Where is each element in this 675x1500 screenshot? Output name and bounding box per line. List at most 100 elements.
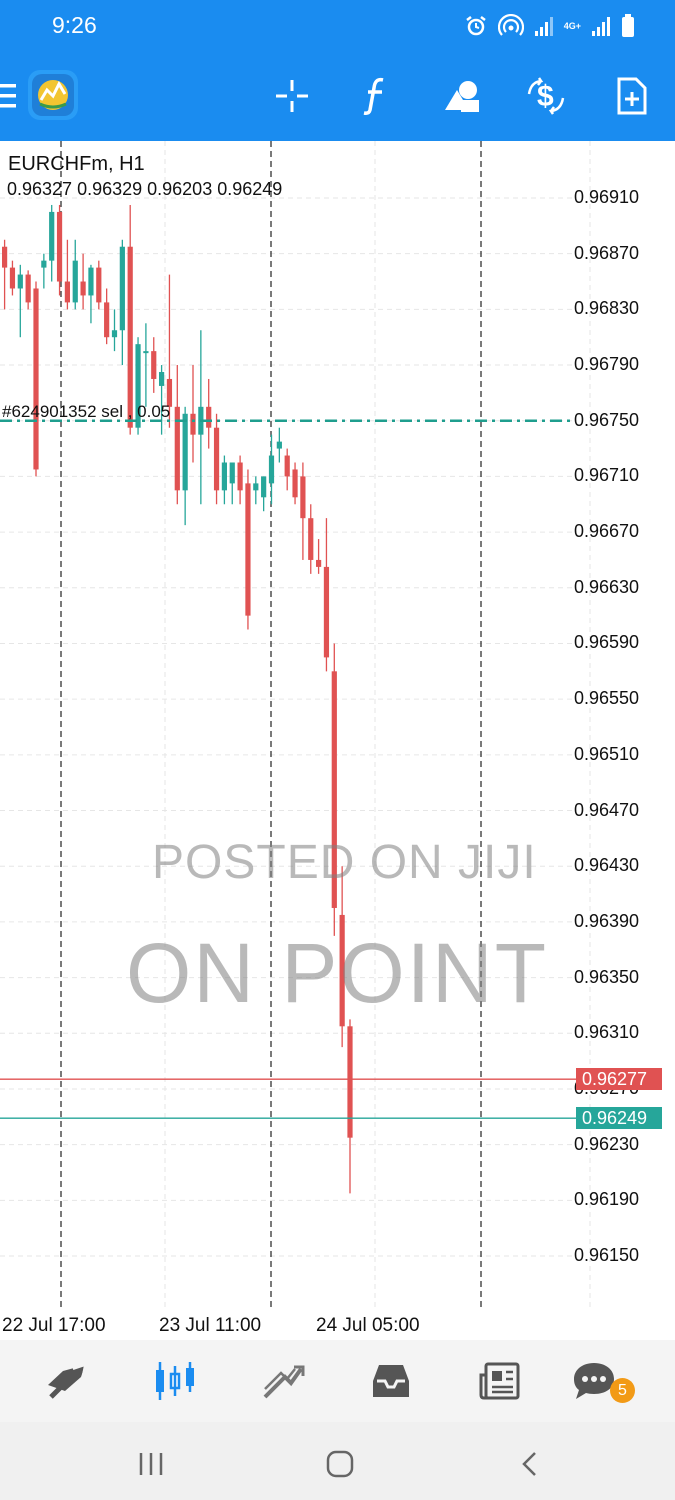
price-tick-label: 0.96910 [574, 187, 640, 207]
candle [72, 239, 78, 310]
candle [308, 504, 314, 574]
candle-body [17, 274, 23, 289]
trade-button[interactable]: $ [524, 72, 568, 120]
trade-nav-icon [263, 1365, 305, 1399]
back-button[interactable] [509, 1444, 549, 1484]
price-tick-label: 0.96150 [574, 1245, 640, 1265]
nav-quotes[interactable] [39, 1358, 95, 1404]
candle-body [96, 267, 102, 303]
price-tick-label: 0.96510 [574, 743, 640, 764]
new-order-icon [617, 77, 647, 115]
objects-icon [445, 81, 479, 112]
signal-icon-2 [592, 17, 610, 36]
candle [17, 264, 23, 338]
candle [198, 330, 204, 505]
time-tick-label: 22 Jul 17:00 [2, 1315, 106, 1336]
candle [268, 434, 275, 505]
candle [316, 539, 322, 574]
time-tick-label: 23 Jul 11:00 [159, 1315, 262, 1336]
crosshair-icon [276, 80, 308, 112]
order-label[interactable]: #624901352 sel , 0.05 [2, 402, 170, 422]
indicators-button[interactable] [354, 72, 398, 120]
ohlc-values: 0.96327 0.96329 0.96203 0.96249 [7, 179, 283, 199]
candle [174, 365, 180, 505]
price-tick-label: 0.96590 [574, 632, 640, 653]
recent-apps-button[interactable] [131, 1444, 171, 1484]
chart-icon [156, 1362, 194, 1400]
candle-body [119, 246, 125, 331]
candle-body [41, 260, 47, 268]
candle-body [237, 462, 243, 491]
candle [229, 462, 235, 505]
trade-icon: $ [527, 77, 565, 115]
crosshair-button[interactable] [270, 72, 314, 120]
home-button[interactable] [320, 1444, 360, 1484]
price-tick-label: 0.96670 [574, 521, 640, 542]
candle-body [9, 267, 16, 289]
candle-body [300, 476, 306, 519]
status-icons: 4G+ [464, 8, 635, 44]
candle-body [221, 462, 227, 491]
candle-body [276, 441, 282, 449]
candle [221, 455, 227, 505]
indicators-icon [363, 77, 384, 115]
candle [96, 260, 102, 310]
candle-body [88, 267, 94, 296]
price-tick-label: 0.96550 [574, 688, 640, 709]
objects-button[interactable] [440, 72, 484, 120]
candle [151, 337, 157, 393]
candle [127, 204, 133, 435]
candle-body [1, 246, 8, 268]
watermark-line-2: ON POINT [126, 926, 549, 1020]
candle [206, 378, 212, 449]
symbol-title: EURCHFm, H1 [8, 153, 145, 175]
price-tick-label: 0.96870 [574, 242, 640, 263]
price-tick-label: 0.96190 [574, 1189, 640, 1210]
menu-icon[interactable] [0, 82, 16, 110]
candle-body [190, 413, 196, 435]
signal-icon [534, 17, 553, 36]
hotspot-icon [497, 14, 524, 36]
home-icon [326, 1450, 354, 1478]
nav-trade[interactable] [255, 1358, 311, 1404]
back-icon [522, 1452, 536, 1476]
price-tick-label: 0.96310 [574, 1022, 640, 1043]
candle [49, 204, 55, 282]
candle [276, 427, 282, 463]
candle-body [245, 483, 251, 616]
new-order-button[interactable] [610, 72, 654, 120]
app-logo[interactable] [28, 70, 78, 120]
candle-body [174, 406, 180, 491]
candle [104, 288, 110, 345]
candle [190, 365, 196, 463]
price-chart[interactable] [0, 141, 675, 1340]
candle [80, 253, 86, 310]
bid-price-badge: 0.96249 [576, 1107, 662, 1130]
candle [159, 365, 165, 435]
candle [237, 455, 243, 505]
candle [300, 462, 306, 560]
candle-body [292, 469, 298, 498]
ask-price-badge: 0.96277 [576, 1068, 662, 1091]
messages-icon [574, 1363, 614, 1399]
candle-body [56, 211, 63, 282]
price-tick-label: 0.96390 [574, 910, 640, 931]
nav-news[interactable] [472, 1358, 528, 1404]
price-tick-label: 0.96430 [574, 855, 640, 876]
candle-body [347, 1026, 353, 1138]
candle-body [104, 302, 110, 338]
candle-body [159, 372, 165, 386]
candle-body [323, 566, 330, 658]
price-tick-label: 0.96470 [574, 799, 640, 820]
battery-icon [622, 14, 634, 37]
candle-body [308, 518, 314, 560]
watermark-line-1: POSTED ON JIJI [152, 836, 537, 889]
price-tick-label: 0.96790 [574, 354, 640, 375]
bottom-navigation [0, 1340, 675, 1422]
nav-chart[interactable] [147, 1358, 203, 1404]
quotes-icon [48, 1363, 87, 1399]
candle [213, 413, 220, 505]
nav-history[interactable] [363, 1358, 419, 1404]
network-type: 4G+ [563, 20, 581, 31]
candle [33, 281, 39, 477]
